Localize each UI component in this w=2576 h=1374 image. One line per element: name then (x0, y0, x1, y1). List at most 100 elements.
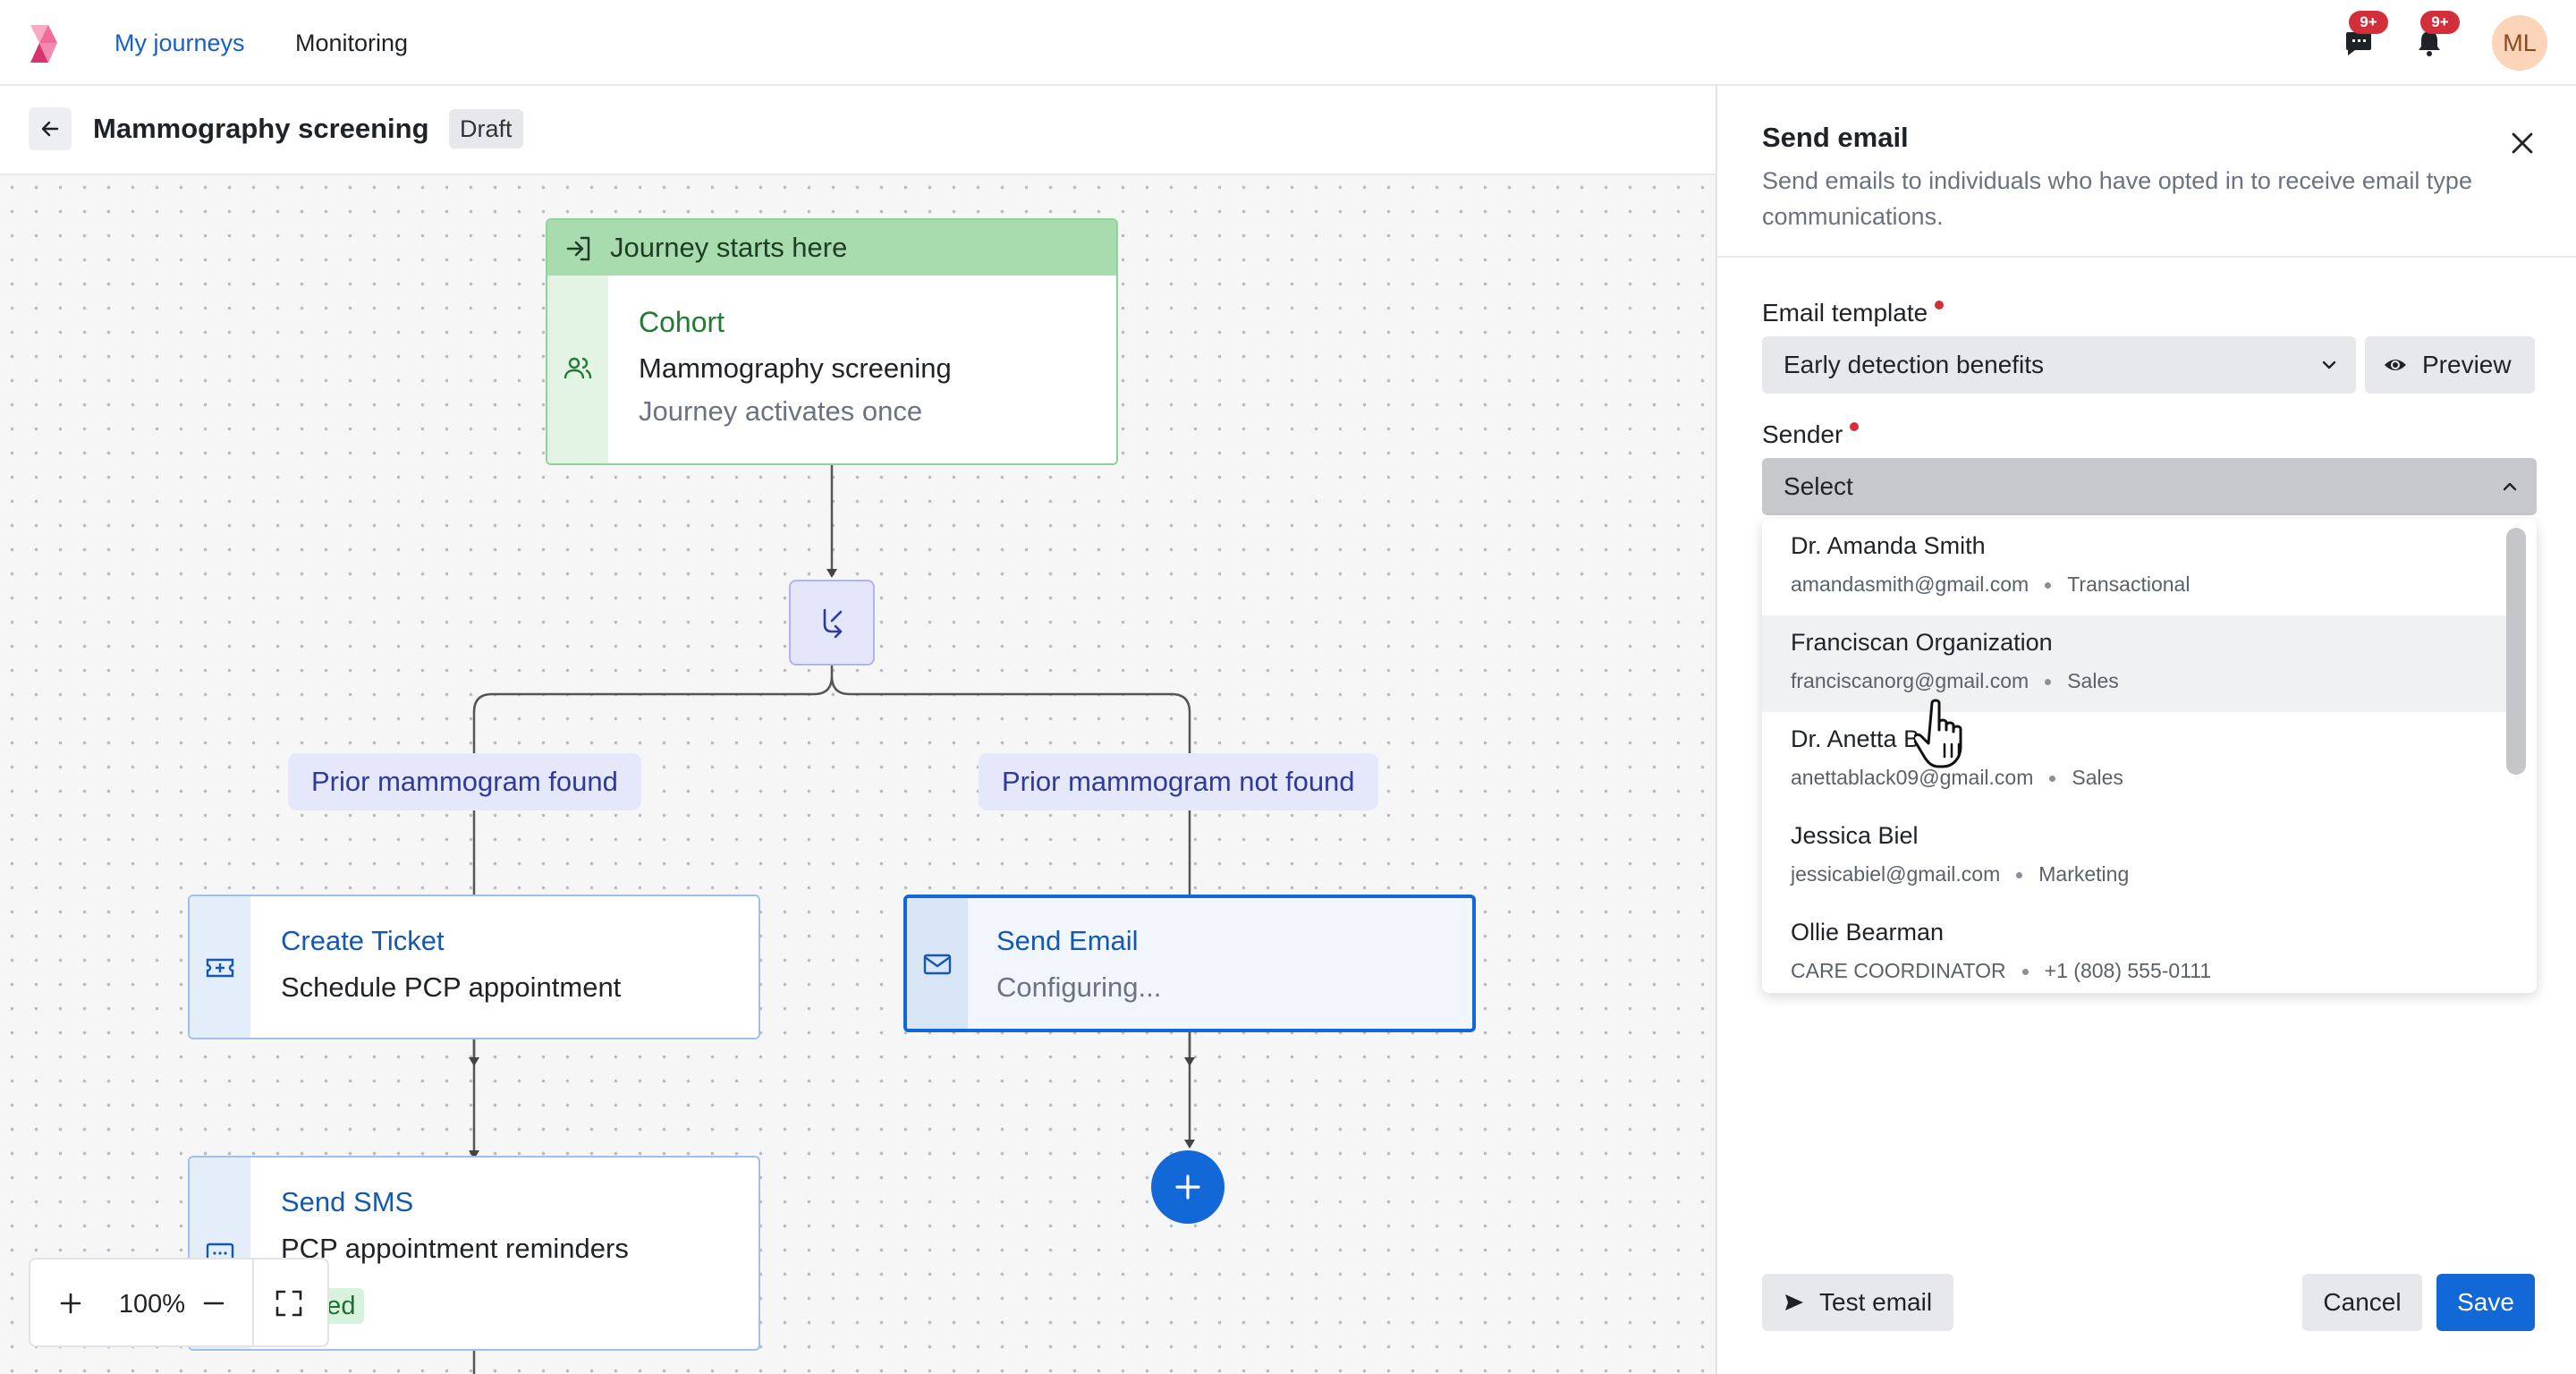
node-type: Send Email (996, 925, 1139, 956)
sender-option-contact: CARE COORDINATOR (1791, 959, 2006, 982)
sender-option[interactable]: Dr. Amanda Smith amandasmith@gmail.com Tr… (1762, 519, 2508, 615)
send-icon (1785, 1294, 1803, 1310)
panel-title: Send email (1762, 122, 1909, 153)
start-node-detail: Journey activates once (639, 395, 923, 427)
hand-pointer-icon (1914, 699, 1962, 768)
top-navigation: My journeys Monitoring 9+ 9+ ML (0, 0, 2576, 86)
add-step-button[interactable] (1151, 1150, 1224, 1224)
chevron-up-icon (2503, 482, 2517, 491)
sender-option-meta: amandasmith@gmail.com Transactional (1791, 571, 2190, 598)
panel-header: Send email Send emails to individuals wh… (1717, 86, 2576, 258)
send-email-node[interactable]: Send Email Configuring... (903, 895, 1476, 1032)
email-template-value: Early detection benefits (1784, 351, 2045, 378)
ticket-icon (206, 958, 234, 978)
test-email-label: Test email (1819, 1288, 1933, 1316)
preview-label: Preview (2422, 351, 2512, 378)
sender-option-name: Franciscan Organization (1791, 629, 2053, 656)
sender-option-category: Transactional (2067, 572, 2190, 596)
split-icon (823, 608, 843, 639)
plus-icon (1175, 1175, 1200, 1200)
user-avatar[interactable]: ML (2492, 15, 2547, 71)
save-button[interactable]: Save (2436, 1274, 2535, 1331)
email-template-label-text: Email template (1762, 299, 1928, 327)
users-icon (564, 357, 592, 379)
sender-option-category: Marketing (2038, 862, 2130, 886)
sender-option-contact: anettablack09@gmail.com (1791, 766, 2034, 789)
fit-screen-icon[interactable] (274, 1288, 304, 1319)
preview-button[interactable]: Preview (2365, 336, 2535, 394)
sender-option-meta: franciscanorg@gmail.com Sales (1791, 667, 2119, 694)
status-badge: Draft (449, 109, 523, 148)
required-indicator (1935, 301, 1945, 310)
sender-value: Select (1784, 472, 1853, 500)
start-node-name: Mammography screening (639, 352, 952, 384)
journey-header: Mammography screening Draft (0, 86, 1716, 175)
app-logo-icon[interactable] (27, 23, 70, 64)
chevron-down-icon (2322, 360, 2336, 369)
sender-option-name: Dr. Anetta B (1791, 725, 1920, 752)
branch-label-found[interactable]: Prior mammogram found (288, 753, 641, 810)
notification-badge: 9+ (2420, 11, 2460, 34)
mail-icon (923, 954, 952, 975)
sender-select[interactable]: Select (1762, 458, 2537, 515)
node-description: Schedule PCP appointment (281, 971, 622, 1003)
sender-option-contact: amandasmith@gmail.com (1791, 572, 2029, 596)
dropdown-scrollbar[interactable] (2506, 528, 2526, 775)
sender-option-name: Jessica Biel (1791, 822, 1919, 849)
create-ticket-node[interactable]: Create Ticket Schedule PCP appointment (188, 895, 760, 1039)
split-node[interactable] (789, 580, 875, 666)
start-node-strip (547, 276, 608, 463)
node-type: Create Ticket (281, 925, 445, 956)
email-template-select[interactable]: Early detection benefits (1762, 336, 2356, 394)
required-indicator (1850, 422, 1860, 431)
nav-my-journeys[interactable]: My journeys (114, 27, 245, 59)
separator-dot (2021, 969, 2029, 976)
sender-option-contact: jessicabiel@gmail.com (1791, 862, 2001, 886)
sender-option-name: Ollie Bearman (1791, 919, 1945, 946)
node-strip (907, 898, 968, 1029)
chat-badge: 9+ (2349, 11, 2388, 34)
node-strip (190, 896, 250, 1038)
sender-option[interactable]: Jessica Biel jessicabiel@gmail.com Market… (1762, 809, 2508, 905)
sender-option[interactable]: Dr. Anetta B anettablack09@gmail.com Sale… (1762, 712, 2508, 809)
sender-option-contact: franciscanorg@gmail.com (1791, 669, 2029, 692)
journey-start-node[interactable]: Journey starts here Cohort Mammography s… (546, 218, 1118, 465)
separator-dot (2045, 582, 2052, 589)
sender-option[interactable]: Ollie Bearman CARE COORDINATOR +1 (808) 5… (1762, 905, 2508, 993)
separator-dot (2049, 776, 2056, 783)
branch-label-not-found[interactable]: Prior mammogram not found (979, 753, 1378, 810)
eye-icon (2385, 360, 2406, 370)
zoom-divider (252, 1260, 254, 1345)
sender-option-meta: CARE COORDINATOR +1 (808) 555-0111 (1791, 957, 2211, 984)
nav-monitoring[interactable]: Monitoring (295, 27, 408, 59)
node-type: Send SMS (281, 1186, 414, 1217)
sender-option-category: Sales (2072, 766, 2123, 789)
cancel-button[interactable]: Cancel (2302, 1274, 2422, 1331)
separator-dot (2016, 872, 2023, 879)
login-icon (566, 236, 590, 261)
zoom-out-icon[interactable] (200, 1290, 227, 1317)
sender-label-text: Sender (1762, 420, 1843, 448)
arrow-left-icon (41, 121, 59, 137)
start-node-type: Cohort (639, 306, 725, 338)
sender-label: Sender (1762, 419, 1860, 451)
close-icon[interactable] (2506, 127, 2538, 159)
node-description: Configuring... (996, 971, 1162, 1003)
back-button[interactable] (29, 107, 72, 150)
send-email-panel: Send email Send emails to individuals wh… (1716, 86, 2576, 1374)
page-title: Mammography screening (93, 113, 429, 144)
separator-dot (2045, 679, 2052, 686)
email-template-label: Email template (1762, 297, 1945, 329)
zoom-in-icon[interactable] (57, 1290, 84, 1317)
node-description: PCP appointment reminders (281, 1233, 629, 1264)
sender-option-name: Dr. Amanda Smith (1791, 532, 1986, 559)
sender-option-meta: jessicabiel@gmail.com Marketing (1791, 861, 2129, 887)
test-email-button[interactable]: Test email (1762, 1274, 1953, 1331)
zoom-level: 100% (118, 1290, 186, 1319)
sender-option-category: +1 (808) 555-0111 (2044, 959, 2212, 982)
panel-description: Send emails to individuals who have opte… (1762, 167, 2472, 230)
start-node-header: Journey starts here (547, 220, 1116, 276)
journey-canvas[interactable]: Journey starts here Cohort Mammography s… (0, 175, 1716, 1374)
sender-option[interactable]: Franciscan Organization franciscanorg@gm… (1762, 615, 2508, 712)
sender-dropdown: Dr. Amanda Smith amandasmith@gmail.com Tr… (1762, 519, 2537, 993)
